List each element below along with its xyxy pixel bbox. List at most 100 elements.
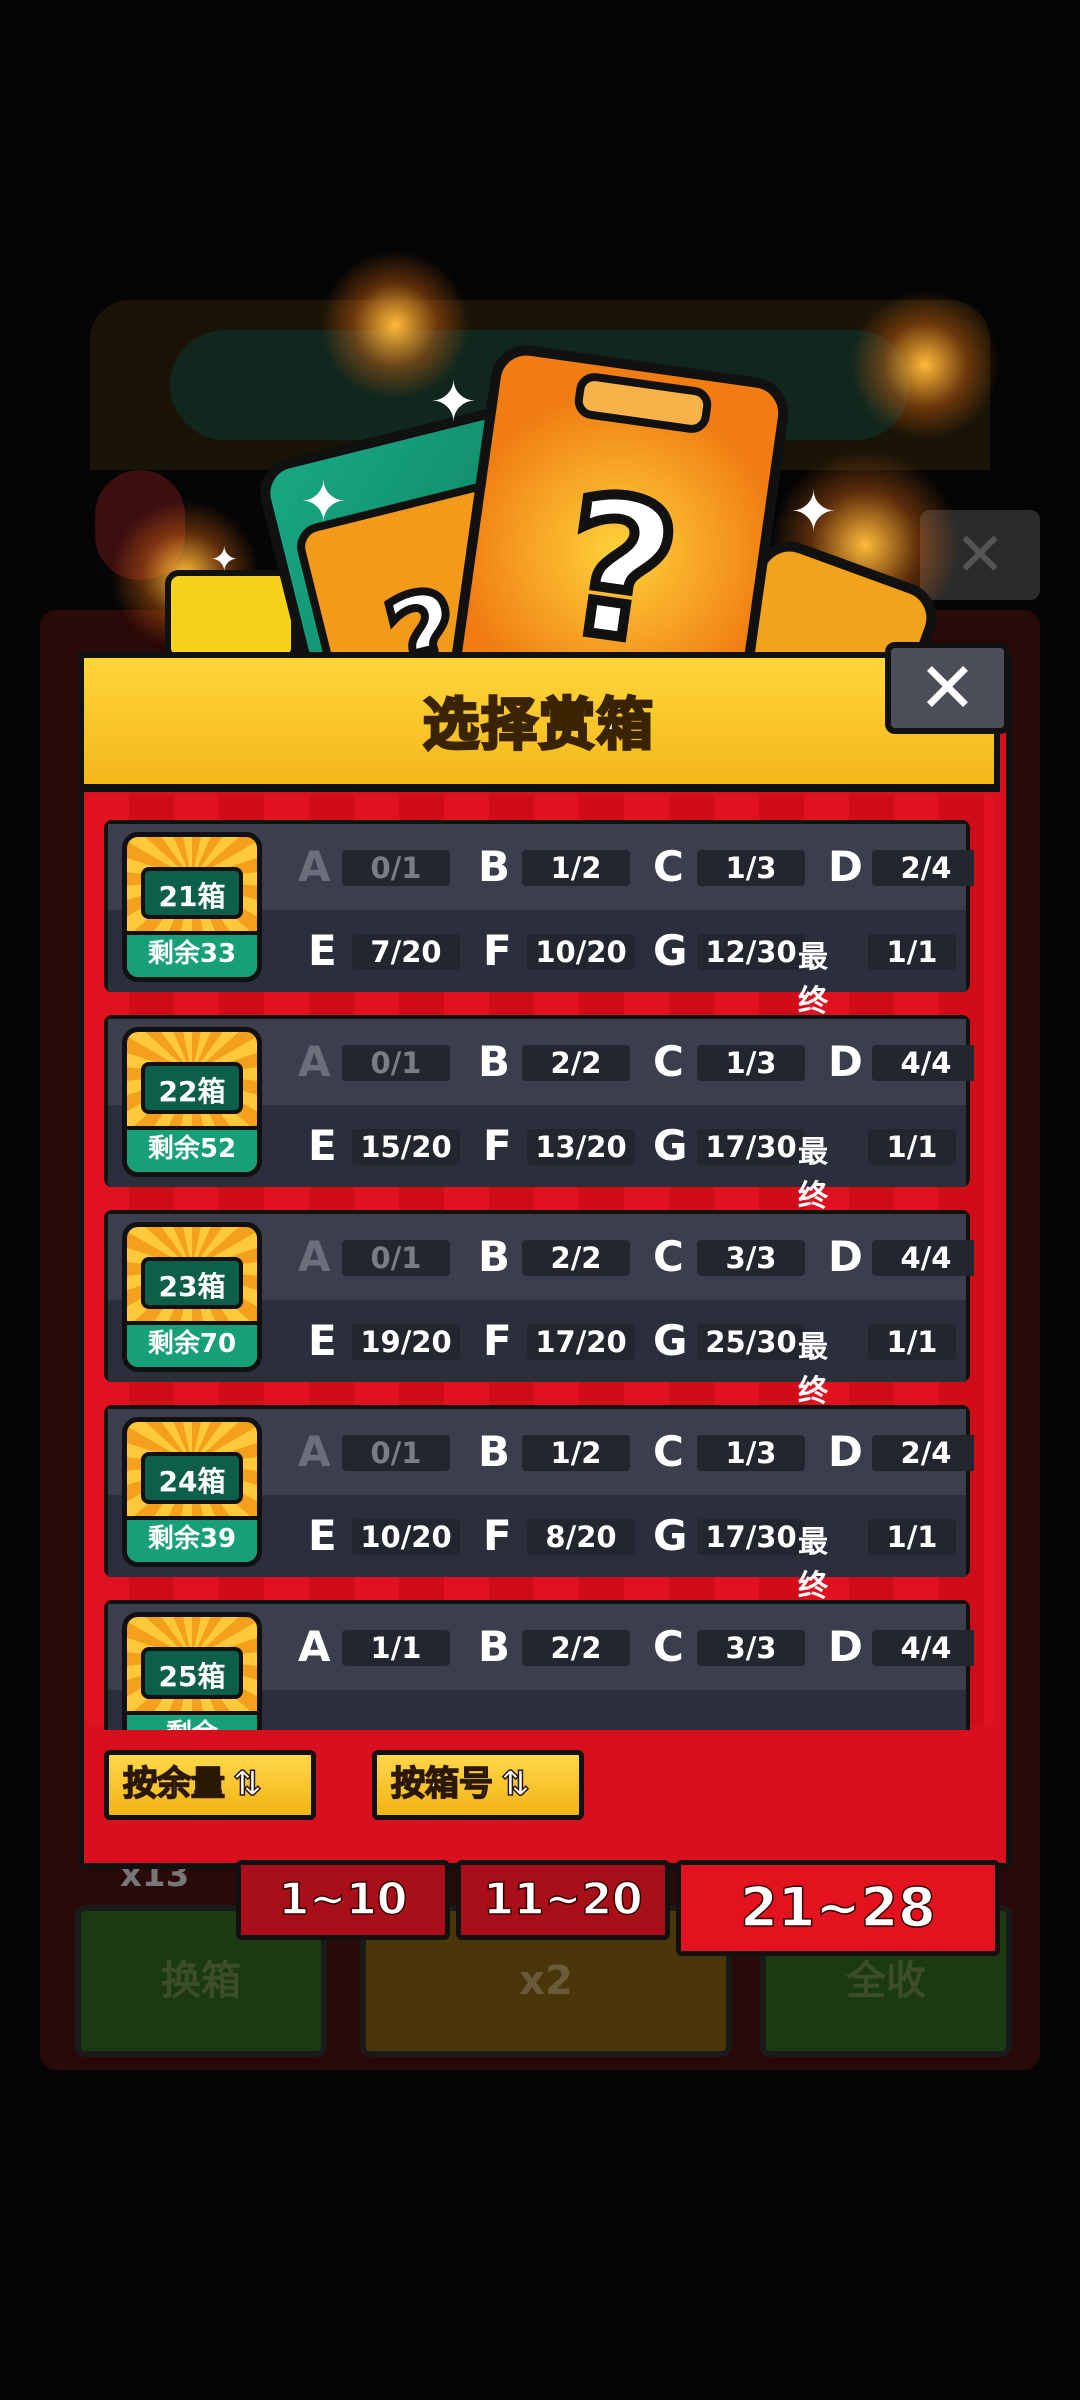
tier-count: 4/4 — [872, 1630, 974, 1666]
box-number-label: 23箱 — [141, 1257, 243, 1309]
tier-count: 2/2 — [522, 1630, 630, 1666]
tier-letter: C — [653, 1037, 684, 1086]
tier-letter: E — [308, 1316, 337, 1365]
sort-by-box-number-label: 按箱号 — [390, 1763, 494, 1805]
tier-count: 10/20 — [527, 934, 635, 970]
tier-count: 19/20 — [352, 1324, 460, 1360]
tier-letter: E — [308, 926, 337, 975]
sort-by-box-number-button[interactable]: 按箱号 ⇅ — [372, 1750, 584, 1820]
tier-count: 1/3 — [697, 1045, 805, 1081]
close-button[interactable]: ✕ — [885, 642, 1010, 734]
final-tier-label: 最终 — [798, 940, 828, 1019]
sparkle-icon: ✦ — [210, 540, 239, 580]
tier-count: 7/20 — [352, 934, 460, 970]
tier-letter: B — [478, 1427, 511, 1476]
tier-letter: B — [478, 1037, 511, 1086]
tier-letter: F — [483, 1511, 512, 1560]
tier-letter: G — [653, 926, 688, 975]
box-list[interactable]: 21箱 剩余33 A 0/1 B 1/2 C 1/3 D 2/4 E 7/20 F 10/20 G 12/30… — [104, 820, 974, 1730]
tier-count: 8/20 — [527, 1519, 635, 1555]
box-number-label: 22箱 — [141, 1062, 243, 1114]
tier-letter: B — [478, 1622, 511, 1671]
tier-letter: B — [478, 1232, 511, 1281]
box-remaining-label: 剩余33 — [127, 931, 257, 977]
tier-count: 2/2 — [522, 1045, 630, 1081]
tier-count: 10/20 — [352, 1519, 460, 1555]
tier-count: 17/30 — [697, 1129, 805, 1165]
tier-count: 15/20 — [352, 1129, 460, 1165]
tier-count: 0/1 — [342, 1240, 450, 1276]
page-tab-11-20[interactable]: 11~20 — [456, 1860, 670, 1940]
tier-letter: G — [653, 1316, 688, 1365]
tier-count: 2/4 — [872, 1435, 974, 1471]
tier-count: 1/3 — [697, 1435, 805, 1471]
tier-letter: F — [483, 1121, 512, 1170]
tier-count: 1/3 — [697, 850, 805, 886]
tier-letter: B — [478, 842, 511, 891]
swap-vertical-icon: ⇅ — [232, 1763, 262, 1805]
tier-count: 0/1 — [342, 1045, 450, 1081]
tier-count: 3/3 — [697, 1630, 805, 1666]
tier-letter: D — [828, 1622, 863, 1671]
box-icon: 22箱剩余52 — [122, 1027, 262, 1177]
tier-count: 3/3 — [697, 1240, 805, 1276]
final-tier-label: 最终 — [798, 1525, 828, 1604]
tier-letter: E — [308, 1511, 337, 1560]
tier-count: 12/30 — [697, 934, 805, 970]
final-tier-count: 1/1 — [868, 934, 956, 970]
sparkle-icon: ✦ — [300, 470, 347, 535]
sparkle-icon: ✦ — [430, 370, 477, 435]
box-remaining-label: 剩余 — [127, 1711, 257, 1730]
tier-letter: C — [653, 1232, 684, 1281]
sparkle-icon: ✦ — [790, 480, 837, 545]
page-tab-1-10[interactable]: 1~10 — [236, 1860, 450, 1940]
tier-letter: A — [298, 842, 331, 891]
gift-box-icon — [165, 570, 297, 662]
sort-by-remaining-label: 按余量 — [122, 1763, 226, 1805]
tier-count: 2/2 — [522, 1240, 630, 1276]
tier-letter: G — [653, 1511, 688, 1560]
tier-letter: D — [828, 1427, 863, 1476]
box-icon: 25箱剩余 — [122, 1612, 262, 1730]
page-tab-21-28[interactable]: 21~28 — [676, 1860, 1000, 1956]
tier-count: 2/4 — [872, 850, 974, 886]
tier-letter: E — [308, 1121, 337, 1170]
tier-count: 17/20 — [527, 1324, 635, 1360]
box-remaining-label: 剩余70 — [127, 1321, 257, 1367]
box-number-label: 24箱 — [141, 1452, 243, 1504]
tier-letter: A — [298, 1037, 331, 1086]
tier-letter: C — [653, 1622, 684, 1671]
box-row[interactable]: 22箱剩余52 A 0/1 B 2/2 C 1/3 D 4/4 E 15/20 F 13/20 G 17/3… — [104, 1015, 974, 1214]
swap-vertical-icon: ⇅ — [500, 1763, 530, 1805]
final-tier-count: 1/1 — [868, 1519, 956, 1555]
tier-count: 4/4 — [872, 1240, 974, 1276]
box-row[interactable]: 23箱 剩余70 A 0/1 B 2/2 C 3/3 D 4/4 E 19/20 F 17/20 G 25/3… — [104, 1210, 974, 1409]
tier-letter: A — [298, 1427, 331, 1476]
box-row[interactable]: 25箱剩余 A 1/1 B 2/2 C 3/3 D4/4 — [104, 1600, 974, 1730]
sort-by-remaining-button[interactable]: 按余量 ⇅ — [104, 1750, 316, 1820]
tier-count: 13/20 — [527, 1129, 635, 1165]
final-tier-label: 最终 — [798, 1135, 828, 1214]
box-icon: 24箱 剩余39 — [122, 1417, 262, 1567]
tier-count: 0/1 — [342, 850, 450, 886]
tier-letter: D — [828, 1037, 863, 1086]
box-icon: 21箱 剩余33 — [122, 832, 262, 982]
box-row[interactable]: 21箱 剩余33 A 0/1 B 1/2 C 1/3 D 2/4 E 7/20 F 10/20 G 12/30… — [104, 820, 974, 1019]
final-tier-count: 1/1 — [868, 1129, 956, 1165]
final-tier-count: 1/1 — [868, 1324, 956, 1360]
tier-letter: C — [653, 842, 684, 891]
tier-count: 17/30 — [697, 1519, 805, 1555]
tier-count: 0/1 — [342, 1435, 450, 1471]
tier-letter: C — [653, 1427, 684, 1476]
dialog-title: 选择赏箱 — [422, 692, 655, 760]
tier-count: 1/1 — [342, 1630, 450, 1666]
tier-letter: G — [653, 1121, 688, 1170]
tier-letter: D — [828, 842, 863, 891]
box-row[interactable]: 24箱 剩余39 A 0/1 B 1/2 C 1/3 D 2/4 E 10/20 F 8/20 G 17/30… — [104, 1405, 974, 1604]
tier-letter: A — [298, 1622, 331, 1671]
firework-icon — [850, 290, 1000, 440]
tier-count: 25/30 — [697, 1324, 805, 1360]
tier-count: 4/4 — [872, 1045, 974, 1081]
box-remaining-label: 剩余52 — [127, 1126, 257, 1172]
tier-count: 1/2 — [522, 1435, 630, 1471]
